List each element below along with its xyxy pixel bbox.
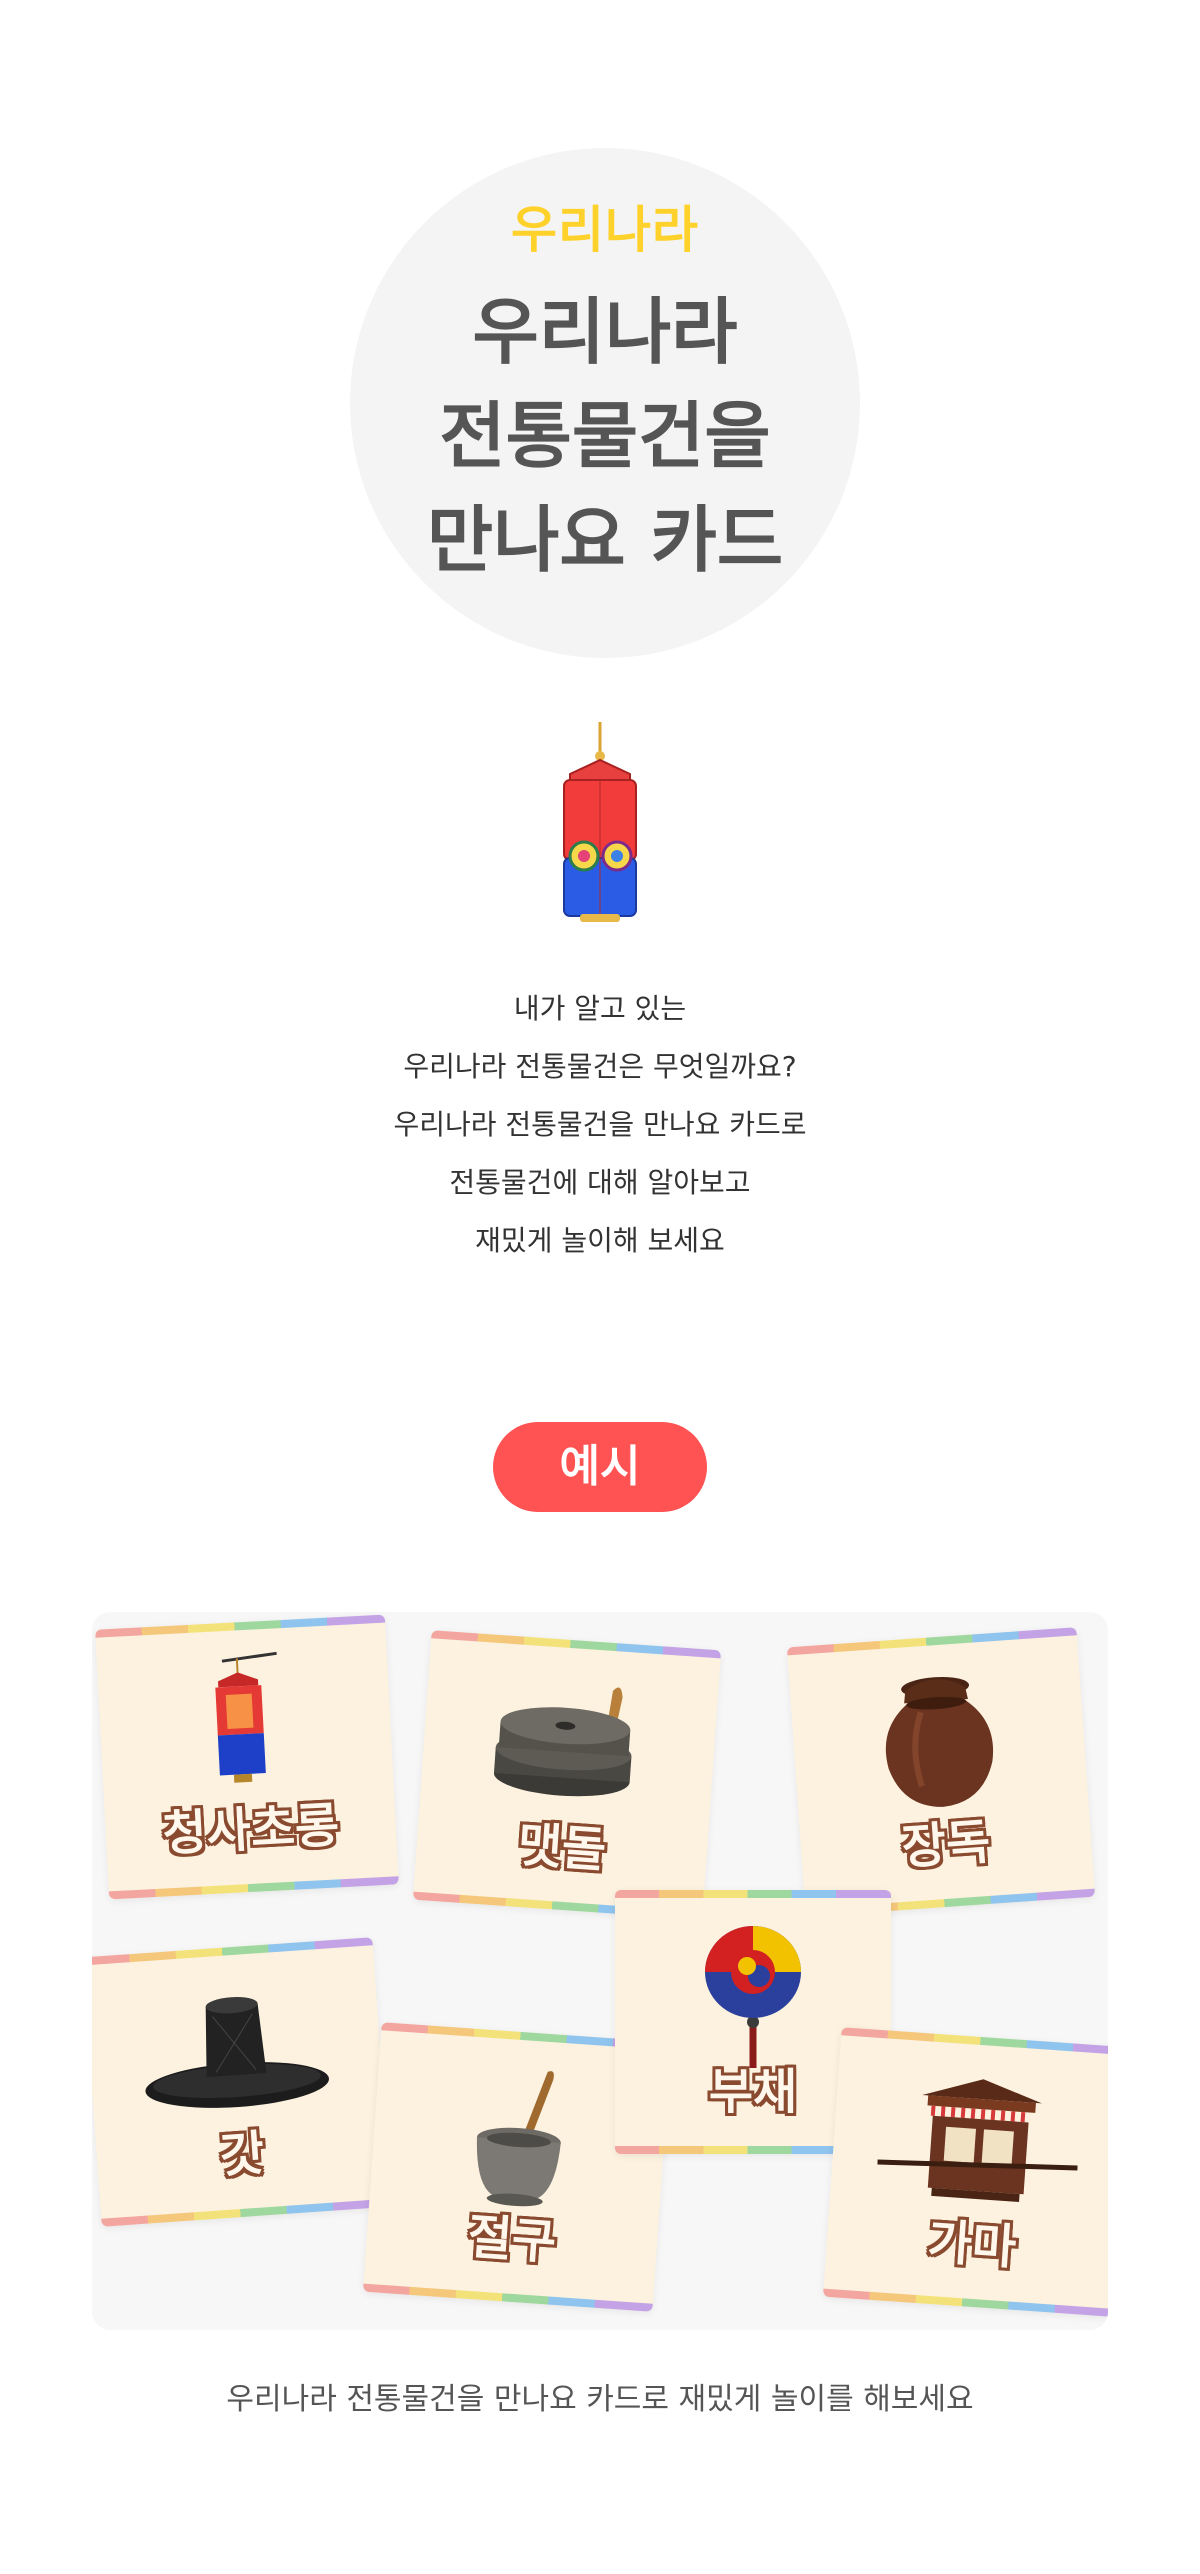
hero-circle: 우리나라 우리나라 전통물건을 만나요 카드	[350, 148, 860, 658]
card-gama: 가마	[822, 2027, 1108, 2317]
card-example-panel: 청사초롱 맷돌 장독 갓 절구 부채 가마	[92, 1612, 1108, 2330]
card-label: 맷돌	[515, 1816, 608, 1879]
jangdok-jar-icon	[885, 1676, 994, 1807]
card-jangdok: 장독	[786, 1627, 1096, 1917]
intro-text: 내가 알고 있는 우리나라 전통물건은 무엇일까요? 우리나라 전통물건을 만나…	[0, 980, 1200, 1270]
cheongsa-chorong-lantern-icon	[563, 722, 637, 922]
hero-title-line-1: 우리나라	[472, 290, 738, 374]
cheongsa-chorong-lantern-icon	[215, 1651, 277, 1783]
card-maetdol: 맷돌	[412, 1630, 722, 1920]
intro-line-5: 재밌게 놀이해 보세요	[475, 1224, 725, 1257]
card-label: 청사초롱	[161, 1797, 341, 1863]
intro-line-2: 우리나라 전통물건은 무엇일까요?	[403, 1050, 797, 1083]
hero-title-line-2: 전통물건을	[439, 394, 771, 478]
card-cheongsa-chorong: 청사초롱	[95, 1614, 399, 1900]
hero-title: 우리나라 전통물건을 만나요 카드	[350, 280, 860, 592]
mortar-pestle-icon	[476, 2071, 561, 2207]
card-gat: 갓	[92, 1937, 392, 2227]
hero-subtitle: 우리나라	[511, 201, 699, 259]
panel-caption: 우리나라 전통물건을 만나요 카드로 재밌게 놀이를 해보세요	[226, 2382, 974, 2417]
card-label: 절구	[465, 2208, 558, 2271]
millstone-icon	[493, 1687, 632, 1797]
gat-hat-icon	[145, 1997, 329, 2108]
intro-line-3: 우리나라 전통물건을 만나요 카드로	[393, 1108, 807, 1141]
hero-title-line-3: 만나요 카드	[426, 498, 784, 582]
example-badge: 예시	[493, 1422, 707, 1512]
intro-line-4: 전통물건에 대해 알아보고	[449, 1166, 751, 1199]
gama-palanquin-icon	[877, 2079, 1078, 2203]
taegeuk-fan-icon	[705, 1926, 801, 2068]
intro-line-1: 내가 알고 있는	[513, 992, 687, 1025]
